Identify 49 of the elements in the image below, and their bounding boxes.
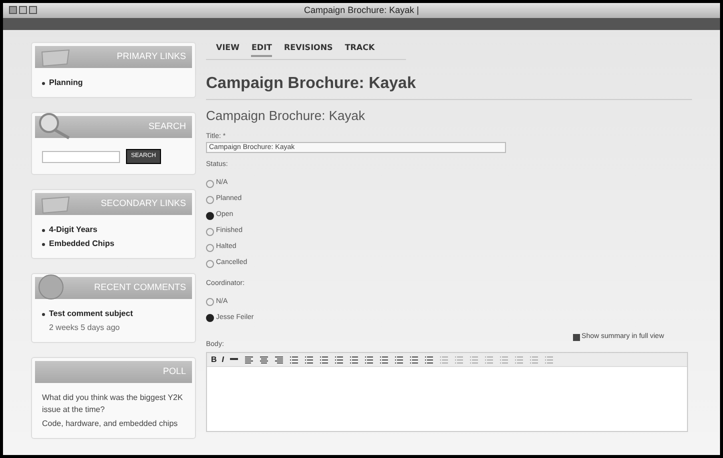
window-title: Campaign Brochure: Kayak | xyxy=(304,4,419,17)
align-center-icon[interactable] xyxy=(259,354,270,364)
block-title: POLL xyxy=(162,365,186,378)
radio-button[interactable] xyxy=(206,180,214,188)
format-button[interactable]: B xyxy=(211,354,217,366)
tab[interactable]: EDIT xyxy=(251,42,272,57)
list-icon[interactable] xyxy=(319,354,330,364)
list-icon[interactable] xyxy=(304,354,314,364)
comment-age: 2 weeks 5 days ago xyxy=(48,322,121,334)
list-icon[interactable] xyxy=(394,354,404,364)
bullet-icon xyxy=(42,242,45,246)
bullet-icon xyxy=(42,312,45,316)
format-button[interactable]: I xyxy=(222,354,224,366)
radio-button[interactable] xyxy=(206,314,214,322)
list-icon[interactable] xyxy=(379,354,390,364)
radio-button[interactable] xyxy=(206,228,214,236)
radio-button[interactable] xyxy=(206,298,214,306)
list-icon[interactable] xyxy=(289,354,300,364)
poll-question: What did you think was the biggest Y2K issue at the time? xyxy=(42,392,184,416)
search-field[interactable] xyxy=(42,150,120,162)
bullet-icon xyxy=(42,82,45,84)
tab[interactable]: VIEW xyxy=(216,42,240,57)
block-title: RECENT COMMENTS xyxy=(94,281,186,294)
radio-button[interactable] xyxy=(206,260,214,268)
align-right-icon[interactable] xyxy=(274,354,284,364)
poll-choice: Code, hardware, and embedded chips xyxy=(42,418,179,430)
block-title: SECONDARY LINKS xyxy=(100,197,186,210)
sidebar-link[interactable]: Embedded Chips xyxy=(49,238,114,250)
block-title: PRIMARY LINKS xyxy=(116,50,186,64)
editor-area[interactable]: B I xyxy=(206,352,688,432)
bullet-icon xyxy=(42,228,45,232)
comment-link[interactable]: Test comment subject xyxy=(49,308,133,320)
radio-button[interactable] xyxy=(206,212,214,220)
radio-button[interactable] xyxy=(206,244,214,252)
tab[interactable]: TRACK xyxy=(344,42,375,57)
list-icon[interactable] xyxy=(349,354,360,364)
checkbox[interactable] xyxy=(572,334,580,341)
list-icon[interactable] xyxy=(409,354,420,364)
radio-button[interactable] xyxy=(206,196,214,204)
list-icon[interactable] xyxy=(424,354,434,364)
form-title: Campaign Brochure: Kayak xyxy=(206,107,366,125)
sidebar-link[interactable]: 4-Digit Years xyxy=(49,224,98,236)
block-title: SEARCH xyxy=(148,120,186,134)
align-left-icon[interactable] xyxy=(244,354,254,364)
tab[interactable]: REVISIONS xyxy=(284,42,333,57)
list-icon[interactable] xyxy=(364,354,374,364)
page-title: Campaign Brochure: Kayak xyxy=(206,72,692,100)
sidebar-link[interactable]: Planning xyxy=(49,77,83,89)
list-icon[interactable] xyxy=(334,354,344,364)
